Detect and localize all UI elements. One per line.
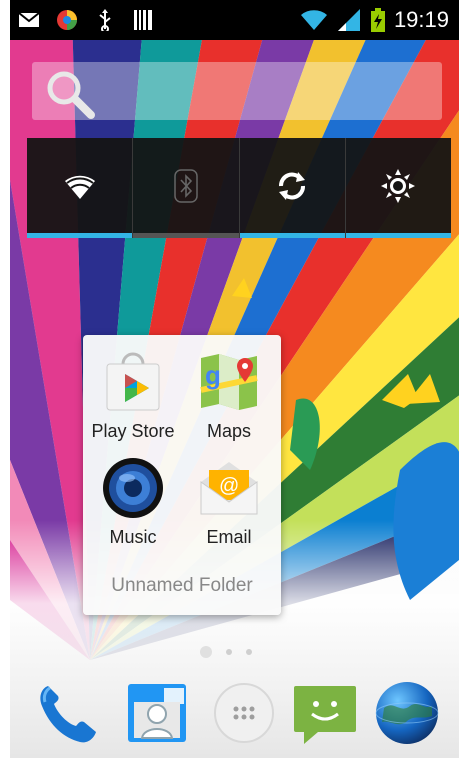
contacts-icon xyxy=(124,680,190,751)
mail-icon[interactable] xyxy=(18,9,40,31)
search-icon[interactable] xyxy=(44,68,96,125)
folder-app-maps[interactable]: g Maps xyxy=(181,349,277,449)
app-folder: Play Store g Maps Music @ Email Unnamed … xyxy=(83,335,281,615)
page-dot-current xyxy=(200,646,212,658)
app-label: Email xyxy=(206,527,252,547)
page-dot xyxy=(246,649,252,655)
folder-app-email[interactable]: @ Email xyxy=(181,455,277,555)
usb-icon[interactable] xyxy=(94,9,116,31)
browser-icon[interactable] xyxy=(56,9,78,31)
phone-icon xyxy=(34,680,100,751)
messaging-icon xyxy=(292,680,358,751)
play-store-icon xyxy=(100,349,166,415)
dock-contacts[interactable] xyxy=(122,680,192,750)
svg-text:@: @ xyxy=(219,475,239,497)
clock: 19:19 xyxy=(393,7,449,32)
bluetooth-icon xyxy=(174,168,198,208)
app-drawer-icon xyxy=(213,682,275,749)
dock-app-drawer[interactable] xyxy=(209,680,279,750)
page-dot xyxy=(226,649,232,655)
signal-icon xyxy=(336,9,362,31)
barcode-icon[interactable] xyxy=(132,9,154,31)
dock-phone[interactable] xyxy=(32,680,102,750)
sync-icon xyxy=(275,169,309,208)
browser-globe-icon xyxy=(374,680,440,751)
music-icon xyxy=(100,455,166,521)
svg-text:g: g xyxy=(205,360,221,390)
brightness-icon xyxy=(381,168,416,208)
search-widget[interactable] xyxy=(32,62,442,120)
maps-icon: g xyxy=(196,349,262,415)
wifi-icon xyxy=(300,9,328,31)
app-label: Play Store xyxy=(91,421,175,441)
folder-app-music[interactable]: Music xyxy=(85,455,181,555)
wifi-icon xyxy=(63,172,97,205)
home-screen: 19:19 Play Store g Maps Music @ Email Un… xyxy=(10,0,459,758)
brightness-toggle[interactable] xyxy=(345,138,451,238)
folder-name[interactable]: Unnamed Folder xyxy=(83,575,281,597)
status-bar: 19:19 xyxy=(10,0,459,40)
page-indicator xyxy=(200,646,252,658)
bluetooth-toggle[interactable] xyxy=(133,138,240,238)
sync-toggle[interactable] xyxy=(239,138,346,238)
wifi-toggle[interactable] xyxy=(27,138,134,238)
power-control-widget xyxy=(27,138,451,238)
dock-browser[interactable] xyxy=(372,680,442,750)
email-icon: @ xyxy=(196,455,262,521)
dock-messaging[interactable] xyxy=(290,680,360,750)
app-label: Maps xyxy=(206,421,251,441)
app-label: Music xyxy=(109,527,157,547)
battery-charging-icon xyxy=(370,8,386,32)
folder-app-play-store[interactable]: Play Store xyxy=(85,349,181,449)
dock xyxy=(10,672,459,758)
